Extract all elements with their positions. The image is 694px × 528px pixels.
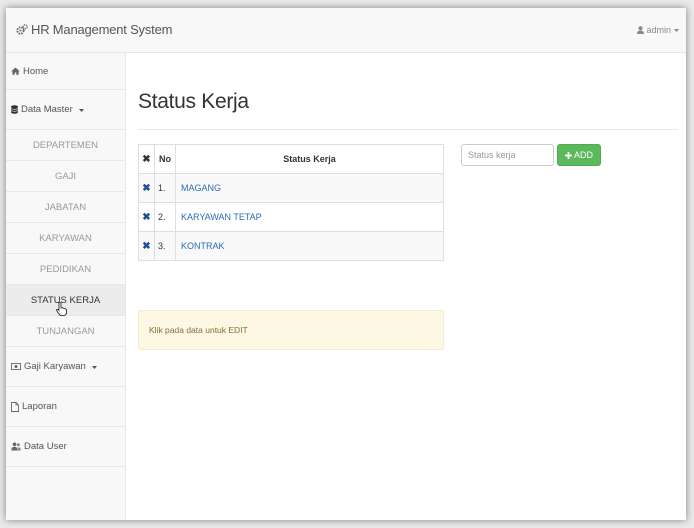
- row-number: 3.: [154, 231, 176, 261]
- users-icon: [11, 442, 21, 451]
- edit-hint-alert: Klik pada data untuk EDIT: [138, 310, 444, 350]
- brand[interactable]: HR Management System: [16, 22, 172, 37]
- caret-down-icon: [91, 364, 98, 370]
- row-number: 2.: [154, 202, 176, 232]
- submenu-karyawan[interactable]: KARYAWAN: [6, 223, 125, 254]
- sidebar-item-label: Home: [23, 65, 49, 77]
- sidebar-item-home[interactable]: Home: [6, 53, 125, 90]
- row-status-link[interactable]: KARYAWAN TETAP: [175, 202, 444, 232]
- submenu-departemen[interactable]: DEPARTEMEN: [6, 130, 125, 161]
- row-number: 1.: [154, 173, 176, 203]
- cogs-icon: [16, 24, 28, 35]
- submenu-jabatan[interactable]: JABATAN: [6, 192, 125, 223]
- table-header-row: ✖ No Status Kerja: [138, 144, 444, 174]
- status-kerja-table: ✖ No Status Kerja ✖ 1. MAGANG ✖ 2. KARYA…: [138, 144, 444, 261]
- title-divider: [138, 129, 678, 130]
- add-button[interactable]: ADD: [557, 144, 602, 166]
- file-icon: [11, 401, 19, 412]
- sidebar-item-gaji-karyawan[interactable]: Gaji Karyawan: [6, 347, 125, 387]
- caret-down-icon: [78, 107, 85, 113]
- submenu-pedidikan[interactable]: PEDIDIKAN: [6, 254, 125, 285]
- sidebar-item-label: Laporan: [22, 401, 57, 412]
- header-status-kerja: Status Kerja: [175, 144, 444, 174]
- main-content: Status Kerja ✖ No Status Kerja ✖ 1. MAGA…: [126, 53, 686, 520]
- sidebar-item-label: Gaji Karyawan: [24, 361, 86, 372]
- page-title: Status Kerja: [138, 90, 249, 113]
- sidebar: Home Data Master DEPARTEMEN GAJI JABATAN…: [6, 53, 126, 520]
- add-form: ADD: [461, 144, 602, 166]
- row-status-link[interactable]: MAGANG: [175, 173, 444, 203]
- alert-text: Klik pada data untuk EDIT: [149, 325, 248, 335]
- sidebar-item-data-user[interactable]: Data User: [6, 427, 125, 467]
- sidebar-item-data-master[interactable]: Data Master: [6, 90, 125, 130]
- caret-down-icon: [673, 27, 680, 33]
- money-icon: [11, 363, 21, 370]
- remove-icon[interactable]: ✖: [138, 231, 155, 261]
- hand-cursor-icon: [56, 302, 67, 316]
- header-no: No: [154, 144, 176, 174]
- app-window: HR Management System admin Home Data Mas…: [6, 8, 686, 520]
- database-icon: [11, 105, 18, 114]
- sidebar-item-label: Data User: [24, 441, 67, 452]
- table-row[interactable]: ✖ 1. MAGANG: [138, 173, 444, 203]
- submenu-gaji[interactable]: GAJI: [6, 161, 125, 192]
- table-row[interactable]: ✖ 2. KARYAWAN TETAP: [138, 202, 444, 232]
- home-icon: [11, 67, 20, 75]
- status-kerja-input[interactable]: [461, 144, 554, 166]
- sidebar-item-laporan[interactable]: Laporan: [6, 387, 125, 427]
- table-row[interactable]: ✖ 3. KONTRAK: [138, 231, 444, 261]
- user-menu[interactable]: admin: [637, 25, 680, 35]
- brand-label: HR Management System: [31, 22, 173, 37]
- plus-icon: [565, 151, 572, 159]
- add-button-label: ADD: [574, 150, 594, 160]
- user-name: admin: [646, 25, 671, 35]
- header-remove-icon: ✖: [138, 144, 155, 174]
- sidebar-item-label: Data Master: [21, 104, 73, 115]
- remove-icon[interactable]: ✖: [138, 202, 155, 232]
- remove-icon[interactable]: ✖: [138, 173, 155, 203]
- top-navbar: HR Management System admin: [6, 8, 686, 53]
- user-icon: [637, 26, 645, 34]
- submenu-status-kerja[interactable]: STATUS KERJA: [6, 285, 125, 316]
- row-status-link[interactable]: KONTRAK: [175, 231, 444, 261]
- submenu-tunjangan[interactable]: TUNJANGAN: [6, 316, 125, 347]
